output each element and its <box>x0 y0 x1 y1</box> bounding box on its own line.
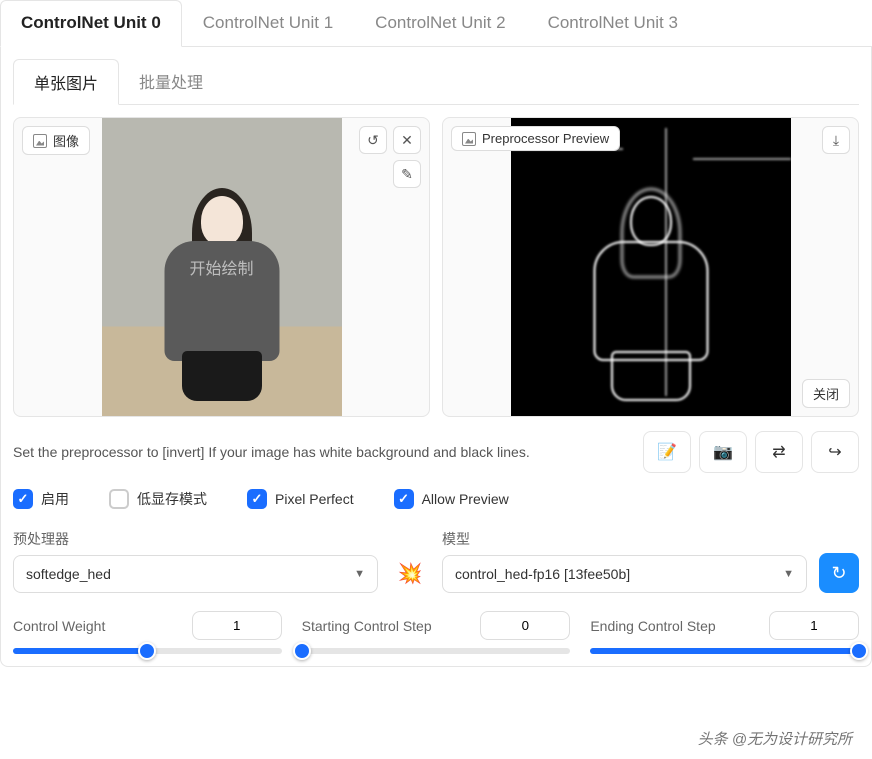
footer-watermark: 头条 @无为设计研究所 <box>698 728 852 749</box>
checkbox-icon <box>247 489 267 509</box>
end-step-slider[interactable] <box>590 648 859 654</box>
tab-unit-2[interactable]: ControlNet Unit 2 <box>354 0 526 46</box>
start-step-input[interactable] <box>480 611 570 640</box>
hint-text: Set the preprocessor to [invert] If your… <box>13 442 635 463</box>
start-step-slider[interactable] <box>302 648 571 654</box>
unit-tabs: ControlNet Unit 0 ControlNet Unit 1 Cont… <box>0 0 872 47</box>
send-dims-button[interactable]: ↪ <box>811 431 859 473</box>
lowvram-checkbox[interactable]: 低显存模式 <box>109 489 207 509</box>
pixel-perfect-checkbox[interactable]: Pixel Perfect <box>247 489 354 509</box>
preprocessor-label: 预处理器 <box>13 529 378 549</box>
input-photo: 开始绘制 <box>102 118 342 416</box>
tab-unit-1[interactable]: ControlNet Unit 1 <box>182 0 354 46</box>
tab-single-image[interactable]: 单张图片 <box>13 59 119 105</box>
model-select[interactable]: control_hed-fp16 [13fee50b] ▼ <box>442 555 807 593</box>
input-image-tools: ↺ ✕ ✎ <box>359 126 421 188</box>
photo-watermark: 开始绘制 <box>189 255 253 279</box>
controlnet-panel: 单张图片 批量处理 图像 ↺ ✕ ✎ <box>0 47 872 667</box>
preview-label: Preprocessor Preview <box>451 126 620 151</box>
sketch-button[interactable]: ✎ <box>393 160 421 188</box>
checkbox-icon <box>109 489 129 509</box>
run-preprocessor-button[interactable]: 💥 <box>390 553 430 593</box>
control-weight-input[interactable] <box>192 611 282 640</box>
model-label: 模型 <box>442 529 807 549</box>
preview-image <box>511 118 791 416</box>
checkbox-icon <box>394 489 414 509</box>
preview-image-box: Preprocessor Preview ⤓ 关闭 <box>442 117 859 417</box>
image-mode-tabs: 单张图片 批量处理 <box>13 59 859 105</box>
swap-button[interactable]: ⇄ <box>755 431 803 473</box>
image-icon <box>462 132 476 146</box>
end-step-label: Ending Control Step <box>590 618 715 634</box>
download-button[interactable]: ⤓ <box>822 126 850 154</box>
chevron-down-icon: ▼ <box>783 568 794 580</box>
start-step-label: Starting Control Step <box>302 618 432 634</box>
control-weight-slider[interactable] <box>13 648 282 654</box>
tab-unit-3[interactable]: ControlNet Unit 3 <box>527 0 699 46</box>
close-preview-button[interactable]: 关闭 <box>802 379 850 408</box>
model-value: control_hed-fp16 [13fee50b] <box>455 566 630 582</box>
preprocessor-value: softedge_hed <box>26 566 111 582</box>
clear-button[interactable]: ✕ <box>393 126 421 154</box>
image-icon <box>33 134 47 148</box>
webcam-button[interactable]: 📷 <box>699 431 747 473</box>
allow-preview-checkbox[interactable]: Allow Preview <box>394 489 509 509</box>
allow-preview-label: Allow Preview <box>422 491 509 507</box>
enable-label: 启用 <box>41 489 69 509</box>
preview-label-text: Preprocessor Preview <box>482 131 609 146</box>
end-step-input[interactable] <box>769 611 859 640</box>
pixel-perfect-label: Pixel Perfect <box>275 491 354 507</box>
preprocessor-select[interactable]: softedge_hed ▼ <box>13 555 378 593</box>
input-image-label-text: 图像 <box>53 131 79 150</box>
tab-batch[interactable]: 批量处理 <box>119 59 223 104</box>
options-row: 启用 低显存模式 Pixel Perfect Allow Preview <box>13 489 859 509</box>
lowvram-label: 低显存模式 <box>137 489 207 509</box>
input-image-label: 图像 <box>22 126 90 155</box>
chevron-down-icon: ▼ <box>354 568 365 580</box>
enable-checkbox[interactable]: 启用 <box>13 489 69 509</box>
input-image-box[interactable]: 图像 ↺ ✕ ✎ 开始绘制 <box>13 117 430 417</box>
refresh-models-button[interactable]: ↻ <box>819 553 859 593</box>
checkbox-icon <box>13 489 33 509</box>
control-weight-label: Control Weight <box>13 618 105 634</box>
tab-unit-0[interactable]: ControlNet Unit 0 <box>0 0 182 47</box>
undo-button[interactable]: ↺ <box>359 126 387 154</box>
new-canvas-button[interactable]: 📝 <box>643 431 691 473</box>
